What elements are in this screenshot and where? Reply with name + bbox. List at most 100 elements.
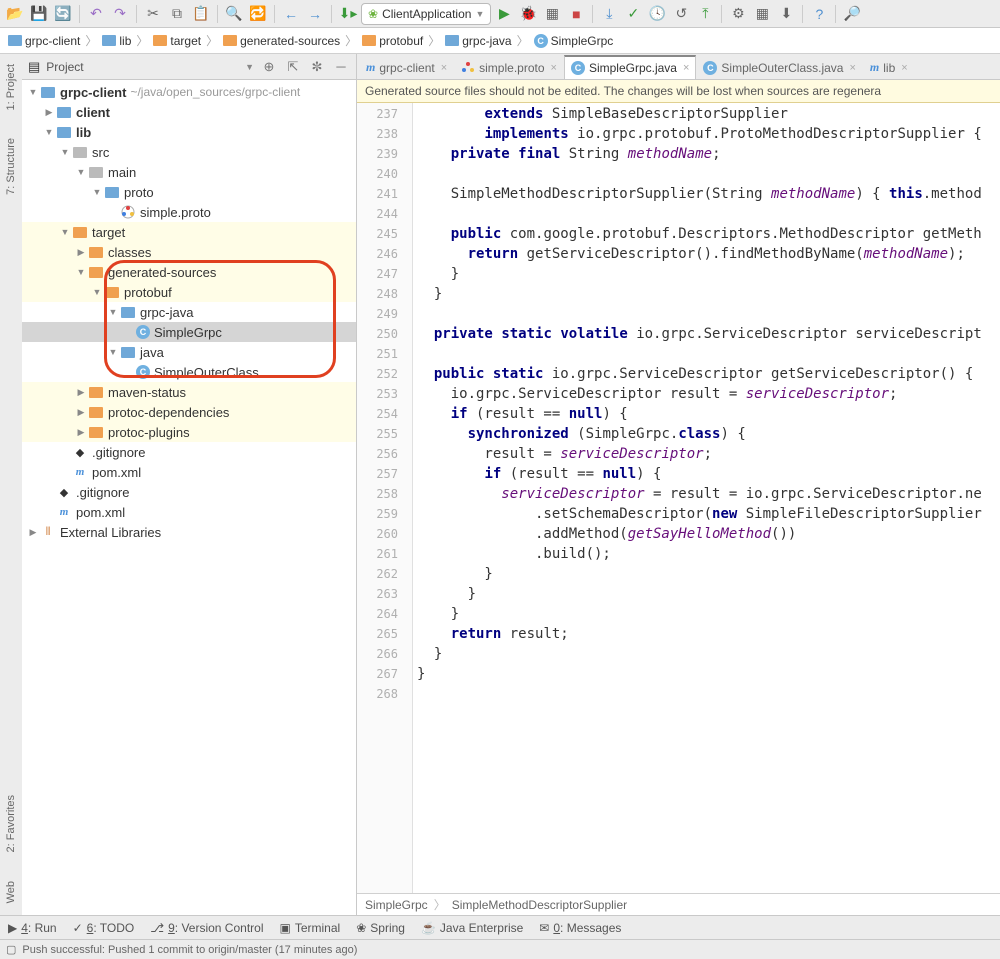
tree-item[interactable]: ▶CSimpleGrpc bbox=[22, 322, 356, 342]
maven-icon: m bbox=[72, 464, 88, 480]
paste-icon[interactable]: 📋 bbox=[190, 3, 212, 25]
close-tab-icon[interactable]: × bbox=[441, 62, 447, 74]
side-tab[interactable]: 2: Favorites bbox=[3, 791, 19, 856]
tree-item[interactable]: ▼java bbox=[22, 342, 356, 362]
settings-icon[interactable]: ✼ bbox=[308, 58, 326, 76]
main-toolbar: 📂 💾 🔄 ↶ ↷ ✂ ⧉ 📋 🔍 🔁 ← → ⬇▸ ❀ ClientAppli… bbox=[0, 0, 1000, 28]
breadcrumb-item[interactable]: lib bbox=[98, 34, 135, 48]
editor-breadcrumb[interactable]: SimpleGrpc〉SimpleMethodDescriptorSupplie… bbox=[357, 893, 1000, 915]
redo-icon[interactable]: ↷ bbox=[109, 3, 131, 25]
cut-icon[interactable]: ✂ bbox=[142, 3, 164, 25]
tree-item[interactable]: ▼lib bbox=[22, 122, 356, 142]
tree-item[interactable]: ▶◆.gitignore bbox=[22, 482, 356, 502]
tree-item[interactable]: ▼src bbox=[22, 142, 356, 162]
close-tab-icon[interactable]: × bbox=[683, 62, 689, 74]
tree-item[interactable]: ▶mpom.xml bbox=[22, 502, 356, 522]
vcs-commit-icon[interactable]: ✓ bbox=[622, 3, 644, 25]
folder-icon bbox=[88, 244, 104, 260]
code-editor[interactable]: 2372382392402412442452462472482492502512… bbox=[357, 103, 1000, 893]
scroll-from-source-icon[interactable]: ⊕ bbox=[260, 58, 278, 76]
close-tab-icon[interactable]: × bbox=[551, 62, 557, 74]
editor-tab[interactable]: CSimpleGrpc.java× bbox=[564, 55, 696, 79]
vcs-revert-icon[interactable]: ↺ bbox=[670, 3, 692, 25]
editor-crumb-item[interactable]: SimpleMethodDescriptorSupplier bbox=[452, 898, 627, 912]
bottom-tool-button[interactable]: ❀Spring bbox=[356, 921, 405, 935]
undo-icon[interactable]: ↶ bbox=[85, 3, 107, 25]
editor-tab[interactable]: mgrpc-client× bbox=[359, 55, 454, 79]
run-icon[interactable]: ▶ bbox=[493, 3, 515, 25]
tree-item[interactable]: ▶maven-status bbox=[22, 382, 356, 402]
editor-tab[interactable]: simple.proto× bbox=[454, 55, 564, 79]
search-everywhere-icon[interactable]: 🔎 bbox=[841, 3, 863, 25]
close-tab-icon[interactable]: × bbox=[901, 62, 907, 74]
folder-icon bbox=[88, 164, 104, 180]
bottom-tool-button[interactable]: ☕Java Enterprise bbox=[421, 921, 523, 935]
breadcrumb-item[interactable]: grpc-java bbox=[441, 34, 515, 48]
editor-tabs: mgrpc-client×simple.proto×CSimpleGrpc.ja… bbox=[357, 54, 1000, 80]
vcs-update-icon[interactable]: ⤓ bbox=[598, 3, 620, 25]
bottom-tool-button[interactable]: ⎇9: Version Control bbox=[150, 921, 263, 935]
side-tab[interactable]: Web bbox=[3, 877, 19, 907]
tree-item[interactable]: ▶⫴External Libraries bbox=[22, 522, 356, 542]
structure-icon[interactable]: ⚙ bbox=[727, 3, 749, 25]
replace-icon[interactable]: 🔁 bbox=[247, 3, 269, 25]
vcs-push-icon[interactable]: ⤒ bbox=[694, 3, 716, 25]
bottom-tool-button[interactable]: ✓6: TODO bbox=[73, 921, 135, 935]
bottom-tool-button[interactable]: ▶4: Run bbox=[8, 921, 57, 935]
tree-item[interactable]: ▶mpom.xml bbox=[22, 462, 356, 482]
vcs-history-icon[interactable]: 🕓 bbox=[646, 3, 668, 25]
tree-item[interactable]: ▶CSimpleOuterClass bbox=[22, 362, 356, 382]
download-icon[interactable]: ⬇ bbox=[775, 3, 797, 25]
side-tab[interactable]: 7: Structure bbox=[3, 134, 19, 199]
tree-item[interactable]: ▶client bbox=[22, 102, 356, 122]
project-tree[interactable]: ▼grpc-client~/java/open_sources/grpc-cli… bbox=[22, 80, 356, 915]
tree-item[interactable]: ▶simple.proto bbox=[22, 202, 356, 222]
breadcrumb-item[interactable]: grpc-client bbox=[4, 34, 84, 48]
sync-icon[interactable]: 🔄 bbox=[52, 3, 74, 25]
tree-item[interactable]: ▼grpc-java bbox=[22, 302, 356, 322]
bottom-tool-button[interactable]: ✉0: Messages bbox=[539, 921, 621, 935]
tree-item[interactable]: ▶protoc-plugins bbox=[22, 422, 356, 442]
save-all-icon[interactable]: 💾 bbox=[28, 3, 50, 25]
chevron-down-icon: ▼ bbox=[475, 9, 484, 19]
editor-tab[interactable]: CSimpleOuterClass.java× bbox=[696, 55, 862, 79]
run-config-selector[interactable]: ❀ ClientApplication ▼ bbox=[361, 3, 491, 25]
coverage-icon[interactable]: ▦ bbox=[541, 3, 563, 25]
tree-item[interactable]: ▶classes bbox=[22, 242, 356, 262]
folder-icon bbox=[104, 184, 120, 200]
sdk-icon[interactable]: ▦ bbox=[751, 3, 773, 25]
tree-item[interactable]: ▼protobuf bbox=[22, 282, 356, 302]
breadcrumb-item[interactable]: target bbox=[149, 34, 205, 48]
dropdown-icon[interactable]: ▼ bbox=[245, 62, 254, 72]
open-icon[interactable]: 📂 bbox=[4, 3, 26, 25]
side-tab[interactable]: 1: Project bbox=[3, 60, 19, 114]
collapse-all-icon[interactable]: ⇱ bbox=[284, 58, 302, 76]
tree-item[interactable]: ▼target bbox=[22, 222, 356, 242]
tree-item[interactable]: ▼proto bbox=[22, 182, 356, 202]
help-icon[interactable]: ? bbox=[808, 3, 830, 25]
editor-crumb-item[interactable]: SimpleGrpc bbox=[365, 898, 428, 912]
folder-icon bbox=[56, 124, 72, 140]
code-content[interactable]: extends SimpleBaseDescriptorSupplier imp… bbox=[413, 103, 1000, 893]
find-icon[interactable]: 🔍 bbox=[223, 3, 245, 25]
editor-area: mgrpc-client×simple.proto×CSimpleGrpc.ja… bbox=[357, 54, 1000, 915]
breadcrumb-item[interactable]: protobuf bbox=[358, 34, 427, 48]
tree-item[interactable]: ▼generated-sources bbox=[22, 262, 356, 282]
build-icon[interactable]: ⬇▸ bbox=[337, 3, 359, 25]
close-tab-icon[interactable]: × bbox=[849, 62, 855, 74]
tree-item[interactable]: ▶protoc-dependencies bbox=[22, 402, 356, 422]
status-icon: ▢ bbox=[6, 943, 16, 956]
copy-icon[interactable]: ⧉ bbox=[166, 3, 188, 25]
forward-icon[interactable]: → bbox=[304, 3, 326, 25]
breadcrumb-item[interactable]: CSimpleGrpc bbox=[530, 34, 618, 48]
breadcrumb-item[interactable]: generated-sources bbox=[219, 34, 344, 48]
debug-icon[interactable]: 🐞 bbox=[517, 3, 539, 25]
stop-icon[interactable]: ■ bbox=[565, 3, 587, 25]
back-icon[interactable]: ← bbox=[280, 3, 302, 25]
hide-icon[interactable]: ─ bbox=[332, 58, 350, 76]
tree-item[interactable]: ▼main bbox=[22, 162, 356, 182]
bottom-tool-button[interactable]: ▣Terminal bbox=[280, 921, 341, 935]
tree-item[interactable]: ▶◆.gitignore bbox=[22, 442, 356, 462]
tree-item[interactable]: ▼grpc-client~/java/open_sources/grpc-cli… bbox=[22, 82, 356, 102]
editor-tab[interactable]: mlib× bbox=[863, 55, 915, 79]
